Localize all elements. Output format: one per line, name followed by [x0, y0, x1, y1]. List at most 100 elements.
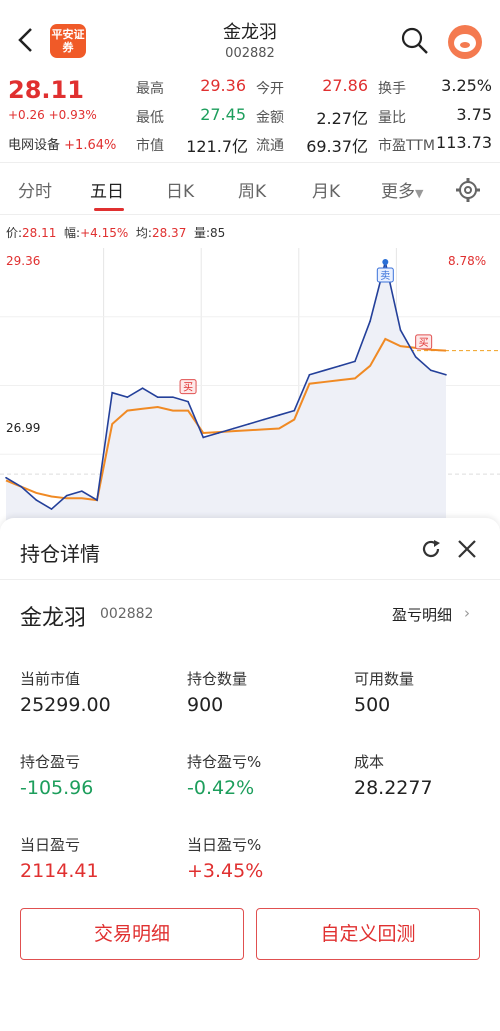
price-point [399, 329, 402, 331]
sector-change: +1.64% [64, 138, 117, 153]
active-tab-indicator [94, 208, 124, 211]
stat-label-open: 今开 [256, 81, 284, 97]
stat-value-turnover: 3.25% [441, 76, 492, 95]
panel-header: 持仓详情 [0, 518, 500, 580]
price-point [445, 373, 447, 376]
field-label-cost: 成本 [354, 753, 385, 771]
field-value-cost: 28.2277 [354, 777, 433, 799]
position-detail-panel: 持仓详情 金龙羽 002882 盈亏明细 › 当前市值 25299.00 持仓数… [0, 518, 500, 1031]
price-point [263, 418, 265, 421]
price-point [278, 414, 280, 416]
field-label-position-pl: 持仓盈亏 [20, 753, 81, 771]
field-label-daily-pl-pct: 当日盈亏% [187, 836, 262, 854]
header: 平安证券 金龙羽 002882 [0, 0, 500, 70]
five-day-chart-svg: 买 卖买 [0, 248, 500, 523]
price-point [20, 485, 22, 488]
field-label-available: 可用数量 [354, 670, 415, 688]
tab-more-label: 更多 [381, 182, 415, 202]
price-area [6, 262, 446, 523]
price-point [156, 396, 159, 398]
field-label-quantity: 持仓数量 [187, 670, 248, 688]
price-point [217, 432, 220, 434]
trade-detail-button[interactable]: 交易明细 [20, 908, 244, 960]
custom-backtest-button[interactable]: 自定义回测 [256, 908, 480, 960]
stat-label-turnover: 换手 [378, 81, 406, 97]
stat-label-amount: 金额 [256, 110, 284, 126]
stat-value-float: 69.37亿 [306, 137, 368, 156]
price-value: 28.11 [22, 226, 57, 240]
position-stock-name: 金龙羽 [20, 606, 87, 631]
buy-marker-label: 买 [183, 382, 193, 394]
chart-period-tabs: 分时 五日 日K 周K 月K 更多▼ [0, 162, 500, 212]
average-value: 28.37 [151, 226, 187, 240]
price-point [35, 499, 38, 501]
caret-down-icon: ▼ [415, 187, 424, 200]
close-icon[interactable] [456, 538, 478, 560]
price-point [187, 400, 189, 403]
stat-label-high: 最高 [136, 81, 164, 97]
tab-five-day[interactable]: 五日 [90, 177, 124, 202]
buy-marker-label: 买 [419, 337, 429, 349]
pct-top-label: 8.78% [448, 254, 487, 268]
volume-value: 85 [210, 226, 226, 240]
crosshair-info-bar: 价:28.11 幅:+4.15% 均:28.37 量:85 [0, 214, 500, 248]
price-point [293, 409, 296, 412]
tab-more[interactable]: 更多▼ [381, 177, 423, 202]
stat-value-volume-ratio: 3.75 [456, 105, 492, 124]
last-price: 28.11 [8, 76, 84, 104]
stat-value-low: 27.45 [200, 105, 246, 124]
tab-intraday[interactable]: 分时 [18, 177, 52, 202]
tab-monthly-k[interactable]: 月K [312, 177, 340, 202]
field-label-daily-pl: 当日盈亏 [20, 836, 81, 854]
stat-value-market-cap: 121.7亿 [186, 137, 248, 156]
refresh-icon[interactable] [420, 538, 442, 560]
amplitude-value: +4.15% [80, 226, 129, 240]
gear-icon[interactable] [455, 177, 481, 203]
stat-value-amount: 2.27亿 [316, 109, 368, 128]
y-top-label: 29.36 [6, 254, 41, 268]
field-value-quantity: 900 [187, 694, 224, 716]
price-point [369, 320, 371, 322]
stat-label-low: 最低 [136, 110, 164, 126]
sector-info[interactable]: 电网设备 +1.64% [8, 134, 116, 153]
stat-label-volume-ratio: 量比 [378, 110, 406, 126]
price-point [141, 387, 144, 390]
price-point [65, 494, 68, 497]
stat-label-float: 流通 [256, 138, 284, 154]
five-day-chart[interactable]: 买 卖买 29.36 26.99 8.78% [0, 248, 500, 523]
high-marker-dot [382, 259, 389, 265]
price-point [430, 369, 432, 372]
average-label: 均: [135, 226, 152, 240]
chevron-right-icon[interactable]: › [464, 604, 470, 622]
price-point [126, 396, 129, 398]
field-value-daily-pl: 2114.41 [20, 860, 99, 882]
panel-title: 持仓详情 [20, 542, 100, 566]
price-point [81, 490, 83, 492]
price-point [5, 476, 7, 479]
stat-value-pe: 113.73 [436, 133, 492, 152]
y-mid-label: 26.99 [6, 421, 41, 435]
tab-weekly-k[interactable]: 周K [238, 177, 266, 202]
tab-daily-k[interactable]: 日K [166, 177, 194, 202]
sell-marker-label: 卖 [380, 270, 390, 282]
field-value-available: 500 [354, 694, 391, 716]
stat-label-market-cap: 市值 [136, 138, 164, 154]
pl-detail-link[interactable]: 盈亏明细 [392, 604, 452, 625]
assistant-avatar-icon[interactable] [448, 25, 482, 59]
price-point [172, 396, 174, 398]
field-value-daily-pl-pct: +3.45% [187, 860, 264, 882]
price-label: 价: [6, 226, 23, 240]
stat-value-high: 29.36 [200, 76, 246, 95]
stat-value-open: 27.86 [322, 76, 368, 95]
price-point [354, 360, 356, 363]
price-point [232, 427, 235, 430]
price-point [50, 508, 53, 510]
field-value-position-pl: -105.96 [20, 777, 94, 799]
price-point [111, 391, 114, 394]
price-point [202, 436, 205, 439]
price-point [414, 356, 417, 358]
field-label-market-value: 当前市值 [20, 670, 81, 688]
field-value-position-pl-pct: -0.42% [187, 777, 255, 799]
price-point [247, 423, 250, 425]
search-icon[interactable] [400, 26, 430, 56]
